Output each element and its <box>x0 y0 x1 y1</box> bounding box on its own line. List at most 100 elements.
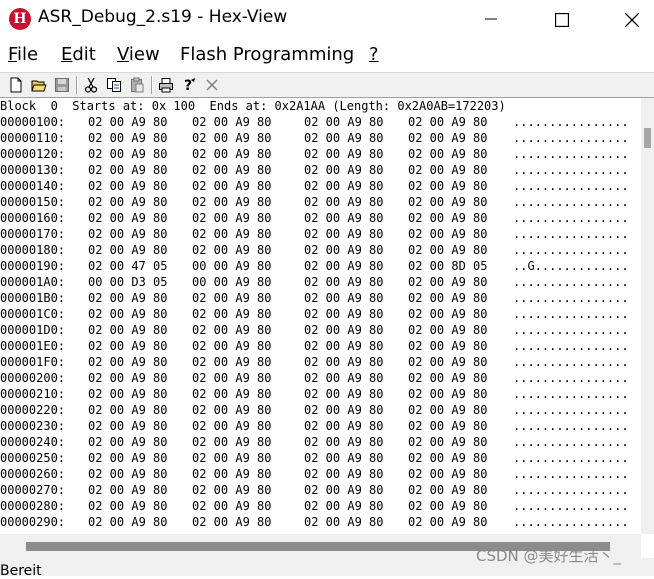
hex-row[interactable]: 00000130: 02 00 A9 80 02 00 A9 80 02 00 A9 … <box>0 162 641 178</box>
save-button[interactable] <box>52 75 72 95</box>
hex-row[interactable]: 000001B0: 02 00 A9 80 02 00 A9 80 02 00 A9 … <box>0 290 641 306</box>
paste-button[interactable] <box>127 75 147 95</box>
hex-group-1: 02 00 A9 80 <box>88 147 168 161</box>
cut-button[interactable] <box>81 75 101 95</box>
copy-button[interactable] <box>104 75 124 95</box>
menu-help-label: ? <box>369 44 379 65</box>
row-address: 00000120: <box>0 147 66 161</box>
hex-group-3: 02 00 A9 80 <box>304 179 384 193</box>
hex-row[interactable]: 00000140: 02 00 A9 80 02 00 A9 80 02 00 A9 … <box>0 178 641 194</box>
hex-row[interactable]: 00000190: 02 00 47 05 00 00 A9 80 02 00 A9 … <box>0 258 641 274</box>
close-x-button[interactable] <box>202 75 222 95</box>
row-address: 00000270: <box>0 483 66 497</box>
hex-row[interactable]: 00000210: 02 00 A9 80 02 00 A9 80 02 00 A9 … <box>0 386 641 402</box>
row-address: 00000180: <box>0 243 66 257</box>
toolbar: ? <box>0 72 654 98</box>
vertical-scroll-thumb[interactable] <box>644 128 651 148</box>
print-button[interactable] <box>156 75 176 95</box>
hex-group-3: 02 00 A9 80 <box>304 339 384 353</box>
ascii-column: ................ <box>513 355 629 369</box>
ascii-column: ................ <box>513 291 629 305</box>
hex-group-4: 02 00 A9 80 <box>408 403 488 417</box>
row-address: 000001E0: <box>0 339 66 353</box>
minimize-icon <box>485 18 497 20</box>
new-file-button[interactable] <box>6 75 26 95</box>
hex-group-1: 02 00 A9 80 <box>88 387 168 401</box>
ascii-column: ................ <box>513 147 629 161</box>
hex-group-2: 02 00 A9 80 <box>192 115 272 129</box>
hex-row[interactable]: 00000240: 02 00 A9 80 02 00 A9 80 02 00 A9 … <box>0 434 641 450</box>
hex-row[interactable]: 00000120: 02 00 A9 80 02 00 A9 80 02 00 A9 … <box>0 146 641 162</box>
hex-group-4: 02 00 A9 80 <box>408 323 488 337</box>
hex-group-3: 02 00 A9 80 <box>304 515 384 529</box>
hex-row[interactable]: 00000230: 02 00 A9 80 02 00 A9 80 02 00 A9 … <box>0 418 641 434</box>
hex-row[interactable]: 00000280: 02 00 A9 80 02 00 A9 80 02 00 A9 … <box>0 498 641 514</box>
hex-group-2: 02 00 A9 80 <box>192 179 272 193</box>
hex-group-2: 02 00 A9 80 <box>192 419 272 433</box>
hex-group-3: 02 00 A9 80 <box>304 115 384 129</box>
hex-row[interactable]: 00000110: 02 00 A9 80 02 00 A9 80 02 00 A9 … <box>0 130 641 146</box>
hex-row[interactable]: 000001C0: 02 00 A9 80 02 00 A9 80 02 00 A9 … <box>0 306 641 322</box>
hex-row[interactable]: 00000220: 02 00 A9 80 02 00 A9 80 02 00 A9 … <box>0 402 641 418</box>
maximize-button[interactable] <box>538 0 584 38</box>
hex-row[interactable]: 000001F0: 02 00 A9 80 02 00 A9 80 02 00 A9 … <box>0 354 641 370</box>
hex-group-2: 02 00 A9 80 <box>192 323 272 337</box>
row-address: 00000140: <box>0 179 66 193</box>
hex-group-2: 00 00 A9 80 <box>192 275 272 289</box>
hex-row[interactable]: 000001E0: 02 00 A9 80 02 00 A9 80 02 00 A9 … <box>0 338 641 354</box>
hex-group-1: 02 00 A9 80 <box>88 243 168 257</box>
hex-group-4: 02 00 A9 80 <box>408 195 488 209</box>
hex-group-1: 02 00 47 05 <box>88 259 168 273</box>
hex-group-1: 02 00 A9 80 <box>88 211 168 225</box>
hex-group-4: 02 00 A9 80 <box>408 355 488 369</box>
hex-row[interactable]: 00000270: 02 00 A9 80 02 00 A9 80 02 00 A9 … <box>0 482 641 498</box>
ascii-column: ................ <box>513 323 629 337</box>
ascii-column: ................ <box>513 499 629 513</box>
open-folder-button[interactable] <box>29 75 49 95</box>
minimize-button[interactable] <box>468 0 514 38</box>
toolbar-separator <box>76 76 78 94</box>
hex-group-2: 02 00 A9 80 <box>192 435 272 449</box>
hex-row[interactable]: 00000180: 02 00 A9 80 02 00 A9 80 02 00 A9 … <box>0 242 641 258</box>
hex-row[interactable]: 00000170: 02 00 A9 80 02 00 A9 80 02 00 A9 … <box>0 226 641 242</box>
hex-group-3: 02 00 A9 80 <box>304 227 384 241</box>
hex-row[interactable]: 00000150: 02 00 A9 80 02 00 A9 80 02 00 A9 … <box>0 194 641 210</box>
hex-row[interactable]: 00000100: 02 00 A9 80 02 00 A9 80 02 00 A9 … <box>0 114 641 130</box>
hex-group-3: 02 00 A9 80 <box>304 483 384 497</box>
hex-group-1: 02 00 A9 80 <box>88 179 168 193</box>
ascii-column: ................ <box>513 243 629 257</box>
help-button[interactable]: ? <box>179 75 199 95</box>
hex-group-3: 02 00 A9 80 <box>304 307 384 321</box>
help-icon: ? <box>184 78 195 93</box>
hex-group-4: 02 00 A9 80 <box>408 339 488 353</box>
hex-group-4: 02 00 A9 80 <box>408 307 488 321</box>
close-button[interactable] <box>608 0 654 38</box>
menu-file[interactable]: File <box>8 44 38 65</box>
toolbar-separator <box>151 76 153 94</box>
row-address: 00000130: <box>0 163 66 177</box>
vertical-scrollbar[interactable] <box>641 98 654 534</box>
hex-row[interactable]: 000001D0: 02 00 A9 80 02 00 A9 80 02 00 A9 … <box>0 322 641 338</box>
hex-group-3: 02 00 A9 80 <box>304 323 384 337</box>
ascii-column: ................ <box>513 483 629 497</box>
hex-row[interactable]: 00000290: 02 00 A9 80 02 00 A9 80 02 00 A9 … <box>0 514 641 530</box>
ascii-column: ................ <box>513 467 629 481</box>
hex-row[interactable]: 000001A0: 00 00 D3 05 00 00 A9 80 02 00 A9 … <box>0 274 641 290</box>
row-address: 000001F0: <box>0 355 66 369</box>
cut-icon <box>84 77 98 93</box>
hex-view-panel[interactable]: Block 0 Starts at: 0x 100 Ends at: 0x2A1… <box>0 98 641 532</box>
menu-bar: File Edit View Flash Programming ? <box>0 40 654 70</box>
menu-help[interactable]: ? <box>369 44 379 65</box>
hex-group-3: 02 00 A9 80 <box>304 147 384 161</box>
menu-flash-programming[interactable]: Flash Programming <box>180 44 354 65</box>
row-address: 00000160: <box>0 211 66 225</box>
ascii-column: ................ <box>513 195 629 209</box>
menu-edit[interactable]: Edit <box>61 44 96 65</box>
hex-row[interactable]: 00000250: 02 00 A9 80 02 00 A9 80 02 00 A9 … <box>0 450 641 466</box>
hex-group-3: 02 00 A9 80 <box>304 419 384 433</box>
hex-row[interactable]: 00000160: 02 00 A9 80 02 00 A9 80 02 00 A9 … <box>0 210 641 226</box>
hex-group-2: 02 00 A9 80 <box>192 355 272 369</box>
menu-view[interactable]: View <box>117 44 160 65</box>
hex-row[interactable]: 00000260: 02 00 A9 80 02 00 A9 80 02 00 A9 … <box>0 466 641 482</box>
hex-row[interactable]: 00000200: 02 00 A9 80 02 00 A9 80 02 00 A9 … <box>0 370 641 386</box>
